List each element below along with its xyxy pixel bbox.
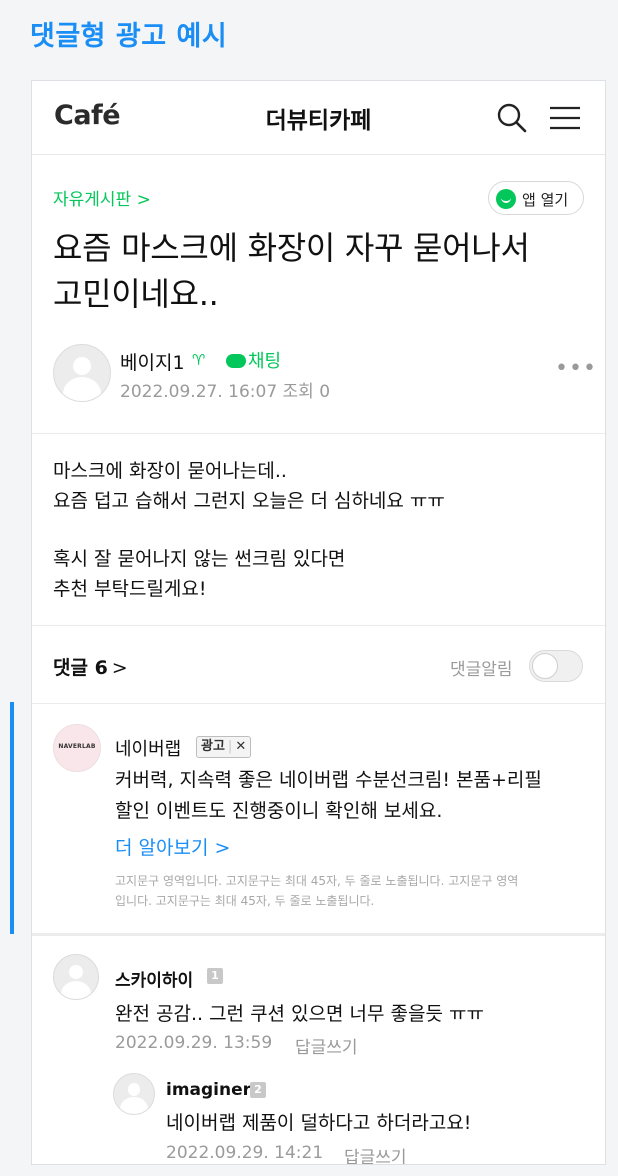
reply-button[interactable]: 답글쓰기 <box>295 1033 358 1058</box>
comment-date: 2022.09.29. 14:21 <box>166 1143 324 1163</box>
chevron-right-icon: > <box>111 657 128 679</box>
app-open-button[interactable]: 앱 열기 <box>488 181 584 215</box>
ad-text-line: 할인 이벤트도 진행중이니 확인해 보세요. <box>115 800 443 822</box>
mobile-cafe-screen: Café 더뷰티카페 자유게시판 > 앱 열기 요즘 마스크에 화장이 자꾸 묻… <box>31 80 606 1165</box>
more-options-icon[interactable]: ••• <box>555 356 597 381</box>
divider <box>32 433 605 434</box>
cafe-logo[interactable]: Café <box>54 100 121 131</box>
ad-notice-line: 고지문구 영역입니다. 고지문구는 최대 45자, 두 줄로 노출됩니다. 고지… <box>115 874 519 888</box>
search-icon[interactable] <box>495 101 529 135</box>
post-title-line: 요즘 마스크에 화장이 자꾸 묻어나서 <box>53 229 530 267</box>
ad-badge: 광고 | ✕ <box>196 736 252 758</box>
commenter-avatar[interactable] <box>113 1073 155 1115</box>
comment-index-badge: 1 <box>207 968 223 984</box>
post-body: 마스크에 화장이 묻어나는데.. 요즘 덥고 습해서 그런지 오늘은 더 심하네… <box>53 456 583 604</box>
chat-button[interactable]: 채팅 <box>226 347 281 373</box>
post-meta: 2022.09.27. 16:07 조회 0 <box>120 382 331 402</box>
ad-notice-line: 입니다. 고지문구는 최대 45자, 두 줄로 노출됩니다. <box>115 894 375 908</box>
board-link[interactable]: 자유게시판 > <box>53 185 151 210</box>
post-body-line: 추천 부탁드릴게요! <box>53 578 207 600</box>
comment-alarm-toggle[interactable] <box>529 650 583 682</box>
page-heading: 댓글형 광고 예시 <box>30 21 228 52</box>
commenter-avatar[interactable] <box>53 954 99 1000</box>
commenter-name[interactable]: 스카이하이 <box>115 966 193 991</box>
chat-label: 채팅 <box>248 351 282 372</box>
divider <box>32 625 605 626</box>
commenter-name[interactable]: imaginer <box>166 1080 251 1100</box>
ad-text: 커버력, 지속력 좋은 네이버랩 수분선크림! 본품+리필 할인 이벤트도 진행… <box>115 765 585 827</box>
app-open-label: 앱 열기 <box>522 191 569 209</box>
comment-text: 네이버랩 제품이 덜하다고 하더라고요! <box>166 1112 472 1134</box>
author-avatar[interactable] <box>53 344 111 402</box>
comment-index-badge: 2 <box>250 1082 266 1098</box>
comment-count-label: 댓글 6 <box>53 657 108 679</box>
menu-icon[interactable] <box>548 101 582 135</box>
ad-learn-more-link[interactable]: 더 알아보기 > <box>115 833 230 860</box>
comment-text: 완전 공감.. 그런 쿠션 있으면 너무 좋을듯 ㅠㅠ <box>115 1003 484 1025</box>
reply-button[interactable]: 답글쓰기 <box>344 1143 407 1164</box>
comment-alarm-label: 댓글알림 <box>450 660 513 680</box>
ad-accent-bar <box>10 702 14 934</box>
naver-cafe-app-icon <box>496 189 516 209</box>
post-body-line: 마스크에 화장이 묻어나는데.. <box>53 460 287 482</box>
author-name[interactable]: 베이지1 <box>120 348 185 375</box>
comment-date: 2022.09.29. 13:59 <box>115 1033 273 1053</box>
ad-brand-logo[interactable]: NAVERLAB <box>53 724 101 772</box>
divider <box>32 933 605 936</box>
ad-text-line: 커버력, 지속력 좋은 네이버랩 수분선크림! 본품+리필 <box>115 769 542 791</box>
post-body-line: 혹시 잘 묻어나지 않는 썬크림 있다면 <box>53 548 346 570</box>
post-title: 요즘 마스크에 화장이 자꾸 묻어나서 고민이네요.. <box>53 225 573 317</box>
divider <box>32 703 605 704</box>
ad-brand-name[interactable]: 네이버랩 <box>115 735 181 761</box>
cafe-header: Café 더뷰티카페 <box>32 81 605 155</box>
post-body-line: 요즘 덥고 습해서 그런지 오늘은 더 심하네요 ㅠㅠ <box>53 490 445 512</box>
member-level-sprout-icon: ♈ <box>192 351 206 369</box>
chat-bubble-icon <box>226 354 246 368</box>
post-title-line: 고민이네요.. <box>53 275 219 313</box>
close-icon[interactable]: ✕ <box>235 739 246 754</box>
comment-count-link[interactable]: 댓글 6 > <box>53 653 128 680</box>
ad-label: 광고 <box>201 739 225 754</box>
ad-notice: 고지문구 영역입니다. 고지문구는 최대 45자, 두 줄로 노출됩니다. 고지… <box>115 871 585 911</box>
